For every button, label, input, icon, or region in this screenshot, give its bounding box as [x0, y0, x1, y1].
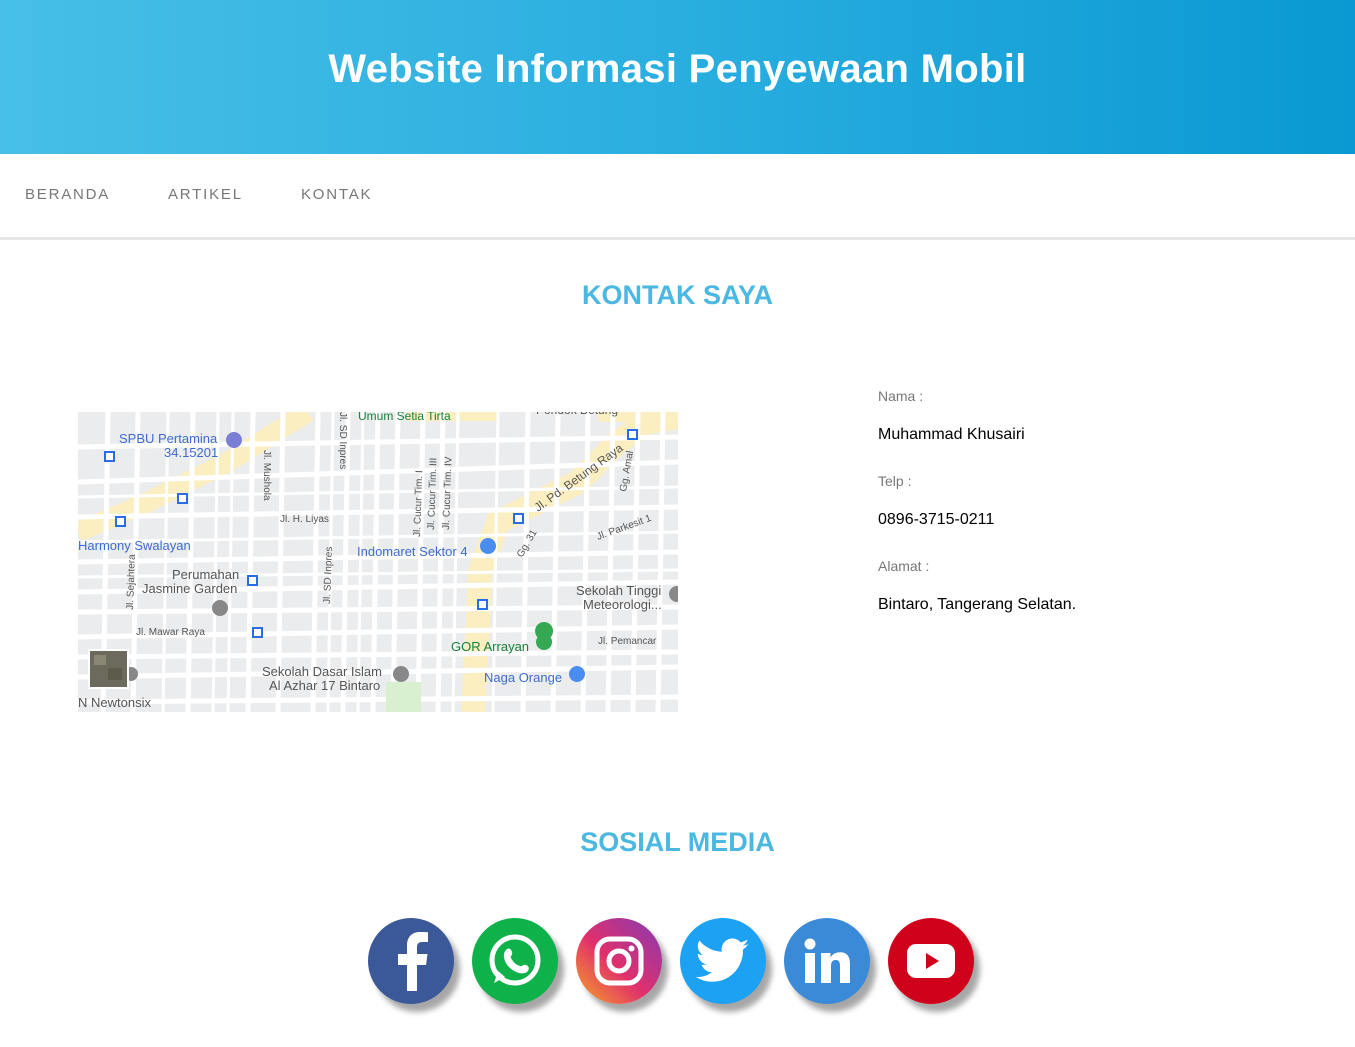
phone-label: Telp : — [878, 473, 912, 489]
svg-text:Jl. SD Inpres: Jl. SD Inpres — [322, 547, 335, 605]
google-map[interactable]: SPBU Pertamina 34.15201 Harmony Swalayan … — [78, 412, 678, 712]
address-value: Bintaro, Tangerang Selatan. — [878, 596, 1077, 613]
site-title: Website Informasi Penyewaan Mobil — [328, 46, 1027, 91]
site-header: Website Informasi Penyewaan Mobil — [0, 0, 1355, 154]
nav-beranda[interactable]: BERANDA — [25, 186, 110, 203]
nav-artikel[interactable]: ARTIKEL — [168, 186, 243, 203]
svg-text:GOR Arrayan: GOR Arrayan — [451, 639, 529, 654]
svg-text:Jl. Mawar Raya: Jl. Mawar Raya — [136, 627, 205, 638]
svg-text:Jl. Mushola: Jl. Mushola — [261, 450, 272, 501]
svg-text:Jl. SD Inpres: Jl. SD Inpres — [337, 412, 348, 469]
youtube-icon[interactable] — [888, 918, 974, 1004]
svg-text:Sekolah Dasar Islam: Sekolah Dasar Islam — [262, 664, 382, 679]
nav-kontak[interactable]: KONTAK — [301, 186, 372, 203]
contact-title: KONTAK SAYA — [581, 280, 774, 310]
facebook-icon[interactable] — [368, 918, 454, 1004]
svg-text:Meteorologi...: Meteorologi... — [583, 597, 662, 612]
main-nav: BERANDA ARTIKEL KONTAK — [0, 154, 1355, 240]
svg-text:Indomaret Sektor 4: Indomaret Sektor 4 — [357, 544, 468, 559]
address-label: Alamat : — [878, 558, 930, 574]
svg-text:Jl. Cucur Tim. I: Jl. Cucur Tim. I — [412, 470, 425, 537]
svg-text:Harmony Swalayan: Harmony Swalayan — [78, 538, 191, 553]
whatsapp-icon[interactable] — [472, 918, 558, 1004]
social-links — [368, 918, 974, 1004]
svg-text:34.15201: 34.15201 — [164, 445, 218, 460]
name-label: Nama : — [878, 388, 924, 404]
svg-text:Sekolah Tinggi: Sekolah Tinggi — [576, 583, 661, 598]
svg-text:SPBU Pertamina: SPBU Pertamina — [119, 431, 218, 446]
svg-text:Al Azhar 17 Bintaro: Al Azhar 17 Bintaro — [269, 678, 380, 693]
svg-text:Jasmine Garden: Jasmine Garden — [142, 581, 237, 596]
phone-value: 0896-3715-0211 — [878, 511, 995, 528]
name-value: Muhammad Khusairi — [878, 426, 1025, 443]
svg-text:Pondok Betung: Pondok Betung — [536, 412, 618, 417]
social-title: SOSIAL MEDIA — [580, 827, 775, 857]
svg-text:Naga Orange: Naga Orange — [484, 670, 562, 685]
twitter-icon[interactable] — [680, 918, 766, 1004]
svg-text:Jl. Pemancar: Jl. Pemancar — [598, 636, 657, 647]
instagram-icon[interactable] — [576, 918, 662, 1004]
svg-text:Perumahan: Perumahan — [172, 567, 239, 582]
svg-text:N Newtonsix: N Newtonsix — [78, 695, 151, 710]
svg-text:Umum Setia Tirta: Umum Setia Tirta — [358, 412, 451, 423]
linkedin-icon[interactable] — [784, 918, 870, 1004]
svg-text:Jl. Sejahtera: Jl. Sejahtera — [125, 554, 138, 610]
svg-text:Jl. H. Liyas: Jl. H. Liyas — [280, 514, 329, 525]
